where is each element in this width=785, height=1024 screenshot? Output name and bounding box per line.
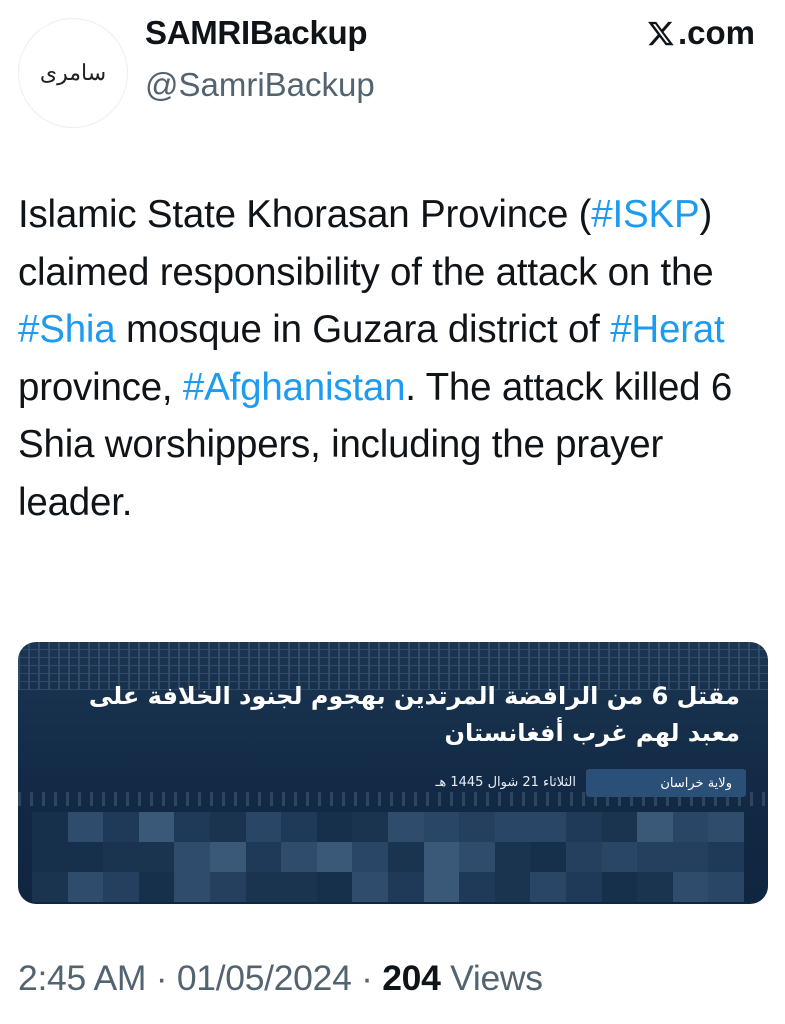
pixel-cell: [601, 872, 638, 902]
views-count[interactable]: 204: [382, 958, 441, 998]
pixel-cell: [494, 842, 531, 872]
tweet-media-image[interactable]: مقتل 6 من الرافضة المرتدين بهجوم لجنود ا…: [18, 642, 768, 904]
pixel-cell: [708, 812, 744, 842]
pixel-cell: [103, 842, 139, 872]
pixel-cell: [245, 872, 282, 902]
pixel-cell: [530, 812, 566, 842]
media-date: الثلاثاء 21 شوال 1445 هـ: [435, 775, 576, 790]
pixel-cell: [174, 842, 210, 872]
pixel-cell: [637, 812, 673, 842]
pixel-cell: [352, 842, 388, 872]
pixel-cell: [352, 812, 388, 842]
hashtag-link[interactable]: #Shia: [18, 308, 116, 351]
pixel-cell: [530, 872, 566, 902]
tweet-text-segment: Islamic State Khorasan Province (: [18, 193, 592, 236]
pixel-cell: [32, 812, 68, 842]
pixel-cell: [209, 872, 246, 902]
tweet-text: Islamic State Khorasan Province (#ISKP) …: [18, 186, 778, 531]
avatar-text: سامری: [39, 60, 107, 86]
pixel-cell: [423, 812, 460, 842]
pixel-cell: [316, 842, 353, 872]
pixel-cell: [138, 812, 175, 842]
pixel-cell: [174, 812, 210, 842]
pixel-cell: [637, 842, 673, 872]
pixel-cell: [67, 812, 104, 842]
pixel-cell: [316, 872, 353, 902]
pixel-cell: [423, 872, 460, 902]
media-headline-line1: مقتل 6 من الرافضة المرتدين بهجوم لجنود ا…: [88, 682, 740, 710]
pixel-cell: [672, 812, 709, 842]
pixel-cell: [672, 842, 709, 872]
pixel-cell: [387, 842, 424, 872]
pixel-cell: [459, 842, 495, 872]
pixel-cell: [637, 872, 673, 902]
pixel-cell: [103, 872, 139, 902]
pixel-cell: [281, 842, 317, 872]
media-pixelated-body: [32, 812, 744, 902]
media-headline: مقتل 6 من الرافضة المرتدين بهجوم لجنود ا…: [40, 678, 740, 752]
pixel-cell: [494, 872, 531, 902]
pixel-cell: [459, 812, 495, 842]
pixel-cell: [565, 842, 602, 872]
brand-logo[interactable]: .com: [646, 14, 755, 52]
tweet-footer: 2:45 AM · 01/05/2024 · 204 Views: [18, 958, 543, 999]
pixel-cell: [530, 842, 566, 872]
tweet-time[interactable]: 2:45 AM: [18, 958, 146, 998]
pixel-cell: [601, 842, 638, 872]
tweet-text-segment: province,: [18, 365, 183, 409]
avatar[interactable]: سامری: [18, 18, 128, 128]
pixel-cell: [565, 812, 602, 842]
separator: ·: [361, 958, 373, 998]
pixel-cell: [245, 812, 282, 842]
pixel-cell: [601, 812, 638, 842]
pixel-cell: [103, 812, 139, 842]
pixel-cell: [138, 842, 175, 872]
user-handle[interactable]: @SamriBackup: [145, 66, 375, 104]
pixel-cell: [494, 812, 531, 842]
pixel-cell: [32, 842, 68, 872]
tweet-date[interactable]: 01/05/2024: [177, 958, 352, 998]
pixel-cell: [672, 872, 709, 902]
pixel-cell: [281, 812, 317, 842]
pixel-cell: [209, 812, 246, 842]
pixel-cell: [67, 872, 104, 902]
pixel-cell: [387, 872, 424, 902]
pixel-cell: [281, 872, 317, 902]
separator: ·: [155, 958, 168, 998]
hashtag-link[interactable]: #Afghanistan: [183, 366, 406, 409]
pixel-cell: [174, 872, 210, 902]
display-name[interactable]: SAMRIBackup: [145, 14, 368, 52]
pixel-cell: [209, 842, 246, 872]
media-headline-line2: معبد لهم غرب أفغانستان: [444, 719, 740, 747]
pixel-cell: [708, 872, 744, 902]
tweet-text-segment: mosque in Guzara district of: [115, 308, 611, 351]
pixel-cell: [387, 812, 424, 842]
pixel-cell: [138, 872, 175, 902]
x-logo-icon: [648, 21, 674, 46]
media-province-badge: ولاية خراسان: [586, 769, 746, 797]
pixel-cell: [67, 842, 104, 872]
brand-label: .com: [677, 14, 755, 51]
hashtag-link[interactable]: #Herat: [610, 308, 725, 351]
pixel-cell: [352, 872, 388, 902]
pixel-cell: [459, 872, 495, 902]
pixel-cell: [708, 842, 744, 872]
pixel-cell: [565, 872, 602, 902]
views-label: Views: [450, 958, 543, 998]
pixel-cell: [32, 872, 68, 902]
pixel-cell: [316, 812, 353, 842]
pixel-cell: [245, 842, 282, 872]
hashtag-link[interactable]: #ISKP: [591, 193, 699, 236]
pixel-cell: [423, 842, 460, 872]
